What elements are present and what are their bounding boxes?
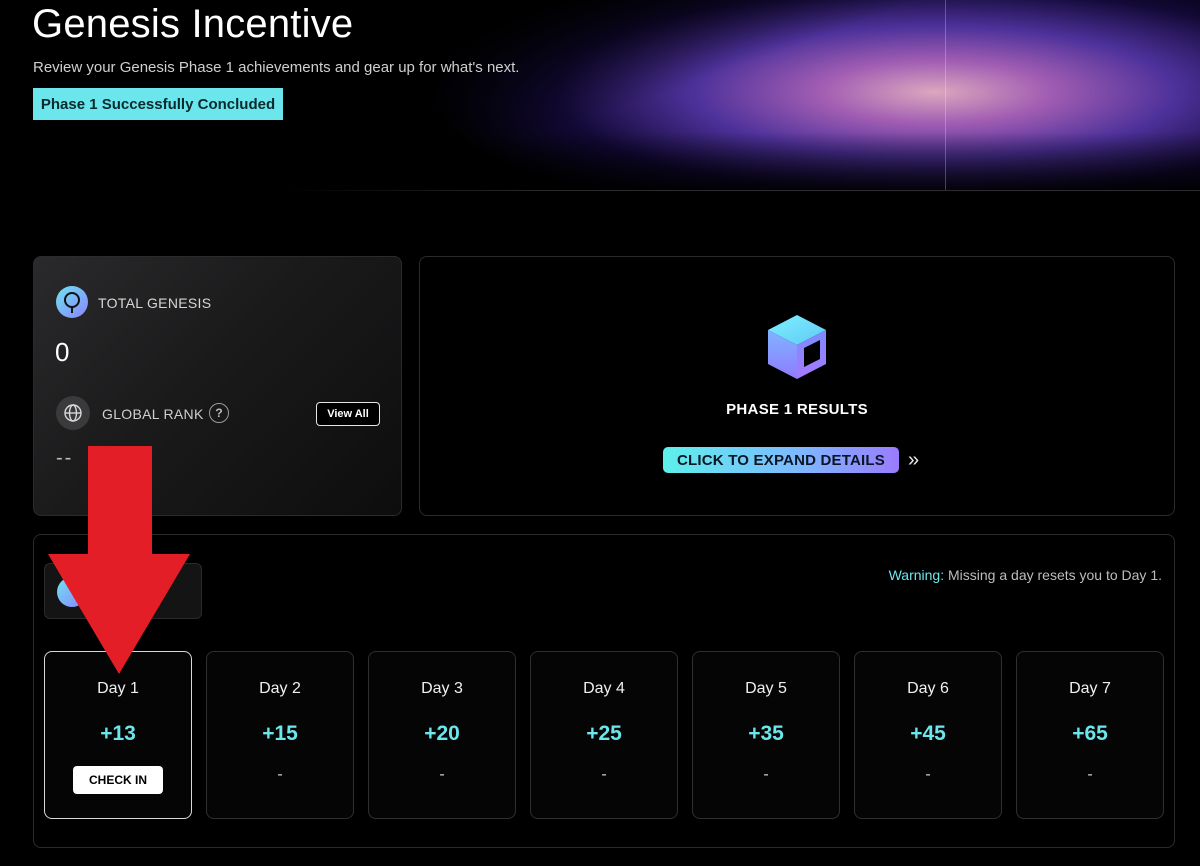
phase-status-badge: Phase 1 Successfully Concluded (33, 88, 283, 120)
day-card-7: Day 7 +65 - (1016, 651, 1164, 819)
day-reward: +25 (586, 722, 622, 745)
hero-divider (945, 0, 946, 190)
day-status: - (763, 766, 769, 783)
day-card-1: Day 1 +13 CHECK IN (44, 651, 192, 819)
day-reward: +65 (1072, 722, 1108, 745)
day-status: - (1087, 766, 1093, 783)
genesis-icon (56, 286, 88, 318)
day-label: Day 4 (583, 680, 625, 697)
check-in-button[interactable]: CHECK IN (73, 766, 163, 794)
page-title: Genesis Incentive (32, 2, 354, 46)
globe-icon (56, 396, 90, 430)
phase-results-card: PHASE 1 RESULTS CLICK TO EXPAND DETAILS … (419, 256, 1175, 516)
day-label: Day 5 (745, 680, 787, 697)
day-label: Day 2 (259, 680, 301, 697)
day-card-6: Day 6 +45 - (854, 651, 1002, 819)
day-status: - (439, 766, 445, 783)
missing-day-warning: Warning: Missing a day resets you to Day… (889, 567, 1162, 583)
day-reward: +20 (424, 722, 460, 745)
expand-details-button[interactable]: CLICK TO EXPAND DETAILS (663, 447, 899, 473)
day-reward: +15 (262, 722, 298, 745)
total-genesis-label: TOTAL GENESIS (98, 295, 212, 311)
view-all-button[interactable]: View All (316, 402, 380, 426)
day-label: Day 1 (97, 680, 139, 697)
phase-results-title: PHASE 1 RESULTS (726, 401, 868, 418)
day-reward: +35 (748, 722, 784, 745)
page-subtitle: Review your Genesis Phase 1 achievements… (33, 59, 520, 76)
cube-icon (768, 315, 826, 379)
day-card-4: Day 4 +25 - (530, 651, 678, 819)
total-genesis-value: 0 (55, 337, 70, 367)
day-label: Day 7 (1069, 680, 1111, 697)
red-arrow-annotation (48, 446, 190, 674)
day-label: Day 6 (907, 680, 949, 697)
day-card-5: Day 5 +35 - (692, 651, 840, 819)
daily-checkin-panel: ing Warning: Missing a day resets you to… (33, 534, 1175, 848)
day-reward: +13 (100, 722, 136, 745)
help-icon[interactable]: ? (209, 403, 229, 423)
warning-key: Warning: (888, 567, 945, 583)
warning-text: Missing a day resets you to Day 1. (944, 567, 1162, 583)
day-status: - (277, 766, 283, 783)
day-status: - (601, 766, 607, 783)
day-card-2: Day 2 +15 - (206, 651, 354, 819)
day-card-3: Day 3 +20 - (368, 651, 516, 819)
day-status: - (925, 766, 931, 783)
double-chevron-right-icon[interactable]: » (908, 450, 919, 470)
hero-divider-line (280, 190, 1200, 191)
day-label: Day 3 (421, 680, 463, 697)
global-rank-label: GLOBAL RANK (102, 406, 204, 422)
day-reward: +45 (910, 722, 946, 745)
